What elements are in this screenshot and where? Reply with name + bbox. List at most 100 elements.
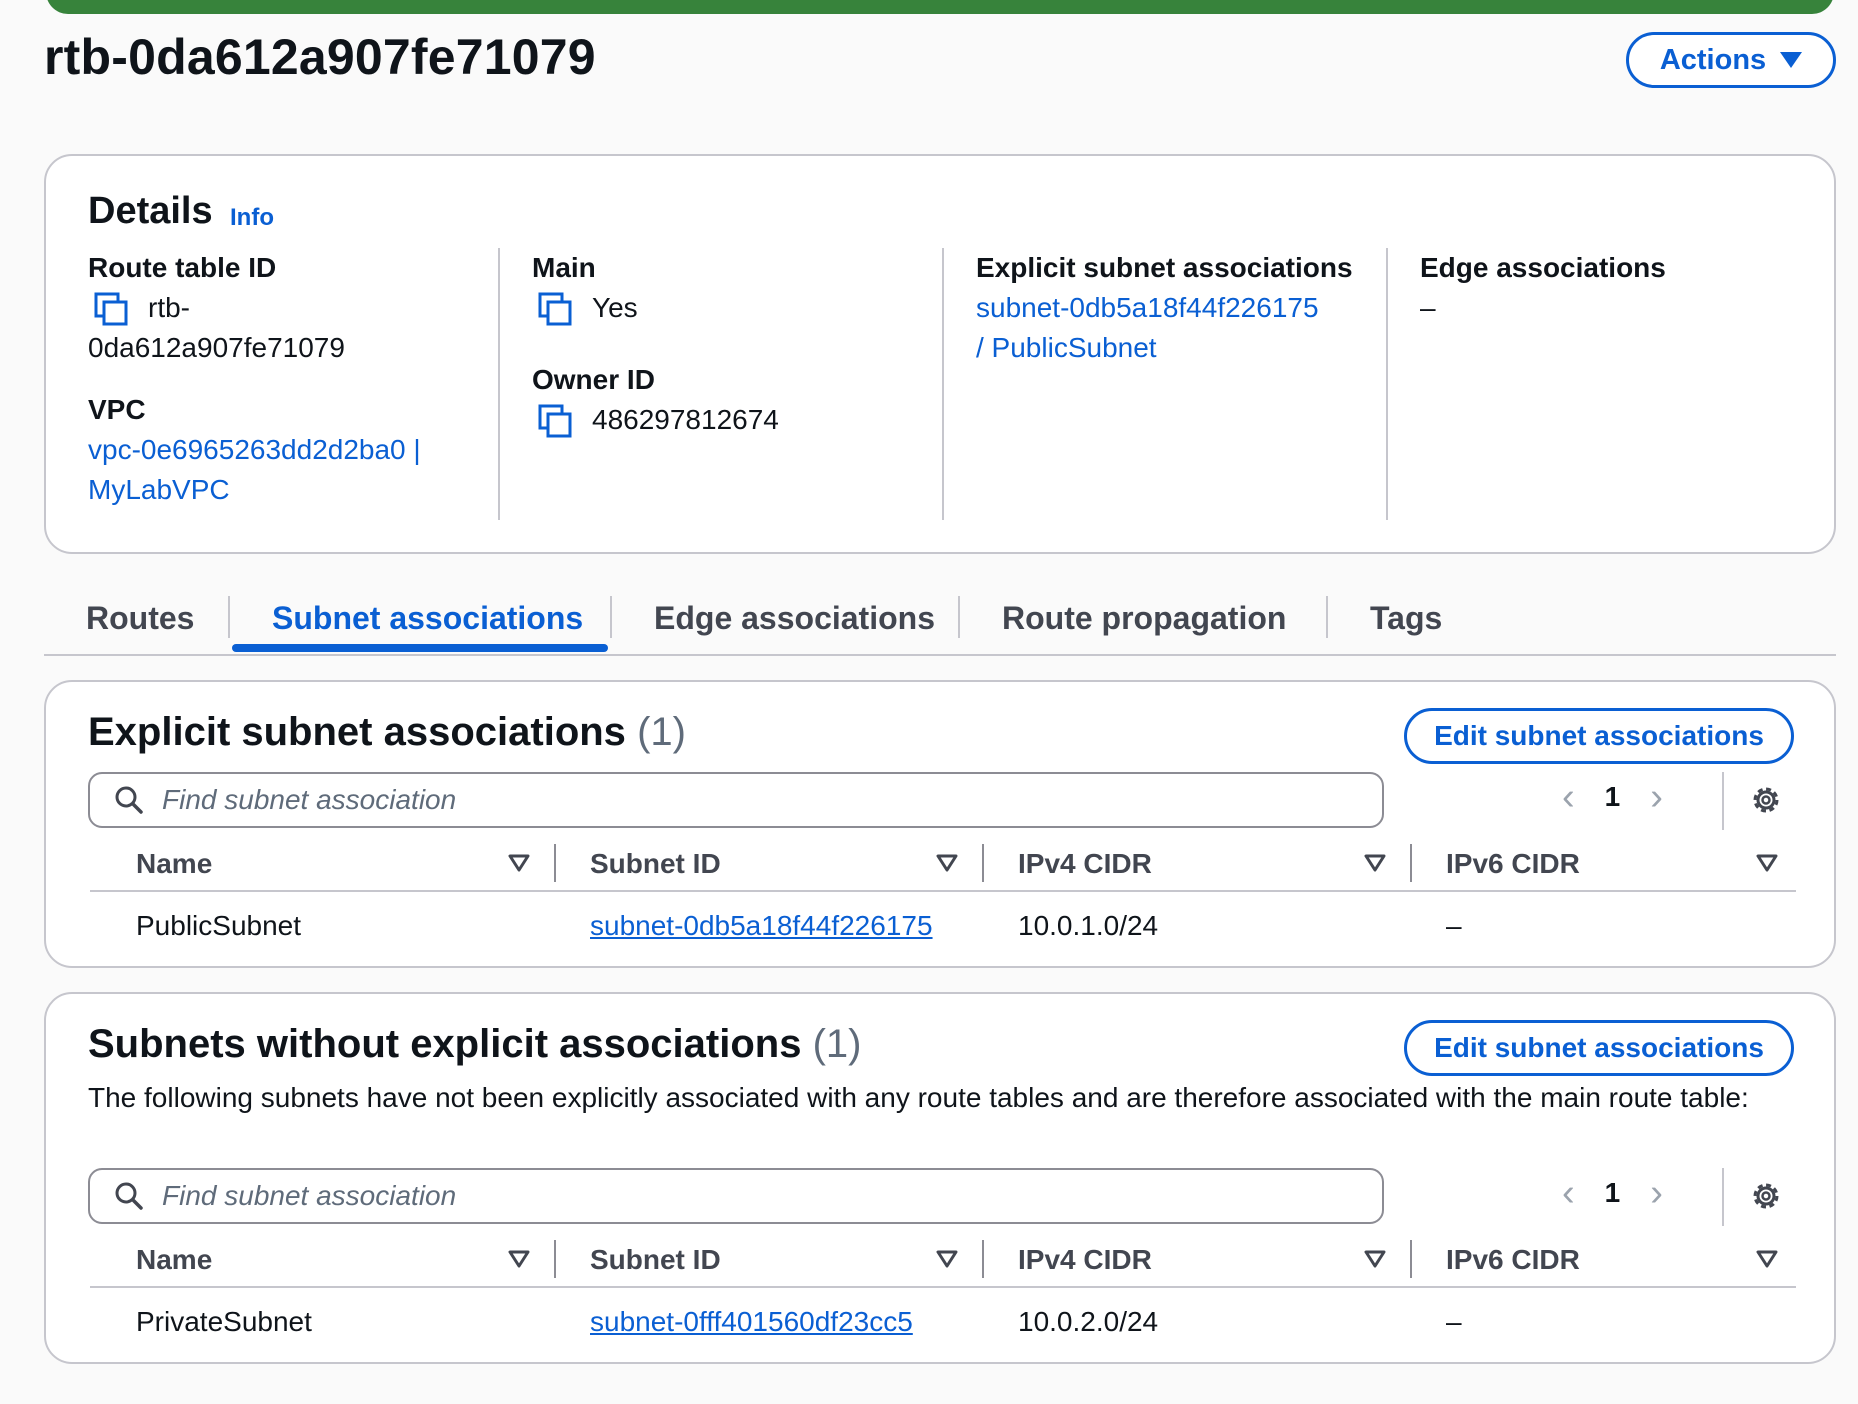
column-header-ipv6-cidr[interactable]: IPv6 CIDR xyxy=(1446,842,1580,886)
column-separator[interactable] xyxy=(982,844,984,882)
chevron-left-icon[interactable]: ‹ xyxy=(1562,1174,1575,1212)
vpc-label: VPC xyxy=(88,394,146,425)
tab-subnet-associations[interactable]: Subnet associations xyxy=(272,600,583,637)
tab-separator xyxy=(228,596,230,638)
copy-icon[interactable] xyxy=(94,292,128,326)
details-column-2: Main Yes Owner ID 486297812674 xyxy=(532,248,932,440)
column-divider xyxy=(1386,248,1388,520)
column-divider xyxy=(498,248,500,520)
cell-ipv6-cidr: – xyxy=(1446,1306,1462,1337)
explicit-association-link[interactable]: subnet-0db5a18f44f226175 xyxy=(976,288,1376,328)
column-separator[interactable] xyxy=(1410,1240,1412,1278)
success-flash-bar xyxy=(46,0,1834,14)
cell-subnet-id-link[interactable]: subnet-0fff401560df23cc5 xyxy=(590,1302,913,1342)
actions-button[interactable]: Actions xyxy=(1626,32,1836,88)
implicit-associations-title: Subnets without explicit associations (1… xyxy=(88,1022,861,1067)
section-count: (1) xyxy=(812,1022,862,1066)
main-value: Yes xyxy=(592,292,638,323)
tab-routes[interactable]: Routes xyxy=(86,600,194,637)
sort-down-icon[interactable] xyxy=(936,1248,958,1270)
cell-ipv6-cidr: – xyxy=(1446,910,1462,941)
sort-down-icon[interactable] xyxy=(936,852,958,874)
column-header-subnet-id[interactable]: Subnet ID xyxy=(590,842,721,886)
chevron-right-icon[interactable]: › xyxy=(1650,1174,1663,1212)
tab-edge-associations[interactable]: Edge associations xyxy=(654,600,935,637)
details-column-4: Edge associations – xyxy=(1420,248,1800,328)
search-input[interactable] xyxy=(162,784,1362,816)
search-icon xyxy=(115,1182,143,1210)
column-separator[interactable] xyxy=(554,1240,556,1278)
cell-name: PrivateSubnet xyxy=(136,1306,312,1337)
section-title-text: Subnets without explicit associations xyxy=(88,1022,802,1066)
cell-name: PublicSubnet xyxy=(136,910,302,941)
pager-separator xyxy=(1722,1168,1724,1226)
column-header-ipv6-cidr[interactable]: IPv6 CIDR xyxy=(1446,1238,1580,1282)
chevron-right-icon[interactable]: › xyxy=(1650,778,1663,816)
owner-id-value: 486297812674 xyxy=(592,404,779,435)
section-description: The following subnets have not been expl… xyxy=(88,1082,1749,1113)
sort-down-icon[interactable] xyxy=(1756,852,1778,874)
edge-associations-value: – xyxy=(1420,292,1436,323)
tab-separator xyxy=(1326,596,1328,638)
section-title-text: Explicit subnet associations xyxy=(88,710,626,754)
main-label: Main xyxy=(532,252,596,283)
actions-label: Actions xyxy=(1659,43,1767,76)
copy-icon[interactable] xyxy=(538,404,572,438)
tab-tags[interactable]: Tags xyxy=(1370,600,1442,637)
sort-down-icon[interactable] xyxy=(508,1248,530,1270)
page-number[interactable]: 1 xyxy=(1605,781,1621,813)
table-header: Name Subnet ID IPv4 CIDR IPv6 CIDR xyxy=(90,1238,1796,1288)
details-column-3: Explicit subnet associations subnet-0db5… xyxy=(976,248,1376,368)
cell-ipv4-cidr: 10.0.1.0/24 xyxy=(1018,910,1159,941)
page-title: rtb-0da612a907fe71079 xyxy=(44,29,596,85)
column-header-name[interactable]: Name xyxy=(136,1238,212,1282)
tab-separator xyxy=(610,596,612,638)
table-header: Name Subnet ID IPv4 CIDR IPv6 CIDR xyxy=(90,842,1796,892)
sort-down-icon[interactable] xyxy=(1364,852,1386,874)
cell-ipv4-cidr: 10.0.2.0/24 xyxy=(1018,1306,1159,1337)
chevron-left-icon[interactable]: ‹ xyxy=(1562,778,1575,816)
cell-subnet-id-link[interactable]: subnet-0db5a18f44f226175 xyxy=(590,906,933,946)
sort-down-icon[interactable] xyxy=(1364,1248,1386,1270)
info-link[interactable]: Info xyxy=(230,204,274,232)
gear-icon[interactable] xyxy=(1748,1178,1784,1214)
route-table-id-value: rtb- xyxy=(148,292,190,323)
details-column-1: Route table ID rtb- 0da612a907fe71079 VP… xyxy=(88,248,448,510)
explicit-association-link-cont[interactable]: / PublicSubnet xyxy=(976,328,1376,368)
column-header-ipv4-cidr[interactable]: IPv4 CIDR xyxy=(1018,842,1152,886)
column-separator[interactable] xyxy=(982,1240,984,1278)
tab-route-propagation[interactable]: Route propagation xyxy=(1002,600,1286,637)
sort-down-icon[interactable] xyxy=(508,852,530,874)
copy-icon[interactable] xyxy=(538,292,572,326)
active-tab-indicator xyxy=(232,644,608,652)
search-field[interactable] xyxy=(88,772,1384,828)
explicit-associations-panel: Explicit subnet associations (1) Edit su… xyxy=(44,680,1836,968)
details-title: Details xyxy=(88,190,213,232)
sort-down-icon[interactable] xyxy=(1756,1248,1778,1270)
tab-separator xyxy=(958,596,960,638)
edge-associations-label: Edge associations xyxy=(1420,252,1666,283)
gear-icon[interactable] xyxy=(1748,782,1784,818)
detail-tabs: Routes Subnet associations Edge associat… xyxy=(44,584,1836,656)
section-count: (1) xyxy=(637,710,686,754)
column-header-name[interactable]: Name xyxy=(136,842,212,886)
route-table-id-value-cont: 0da612a907fe71079 xyxy=(88,332,345,363)
search-icon xyxy=(115,786,143,814)
route-table-id-label: Route table ID xyxy=(88,252,277,283)
implicit-associations-panel: Subnets without explicit associations (1… xyxy=(44,992,1836,1364)
column-header-ipv4-cidr[interactable]: IPv4 CIDR xyxy=(1018,1238,1152,1282)
pagination: ‹ 1 › xyxy=(1562,1174,1663,1212)
edit-subnet-associations-button[interactable]: Edit subnet associations xyxy=(1404,708,1794,764)
vpc-link[interactable]: vpc-0e6965263dd2d2ba0 | xyxy=(88,430,448,470)
page-number[interactable]: 1 xyxy=(1605,1177,1621,1209)
search-input[interactable] xyxy=(162,1180,1362,1212)
column-divider xyxy=(942,248,944,520)
column-separator[interactable] xyxy=(554,844,556,882)
column-separator[interactable] xyxy=(1410,844,1412,882)
column-header-subnet-id[interactable]: Subnet ID xyxy=(590,1238,721,1282)
explicit-associations-title: Explicit subnet associations (1) xyxy=(88,710,686,755)
details-panel: Details Info Route table ID rtb- 0da612a… xyxy=(44,154,1836,554)
edit-subnet-associations-button[interactable]: Edit subnet associations xyxy=(1404,1020,1794,1076)
search-field[interactable] xyxy=(88,1168,1384,1224)
vpc-link-cont[interactable]: MyLabVPC xyxy=(88,470,448,510)
